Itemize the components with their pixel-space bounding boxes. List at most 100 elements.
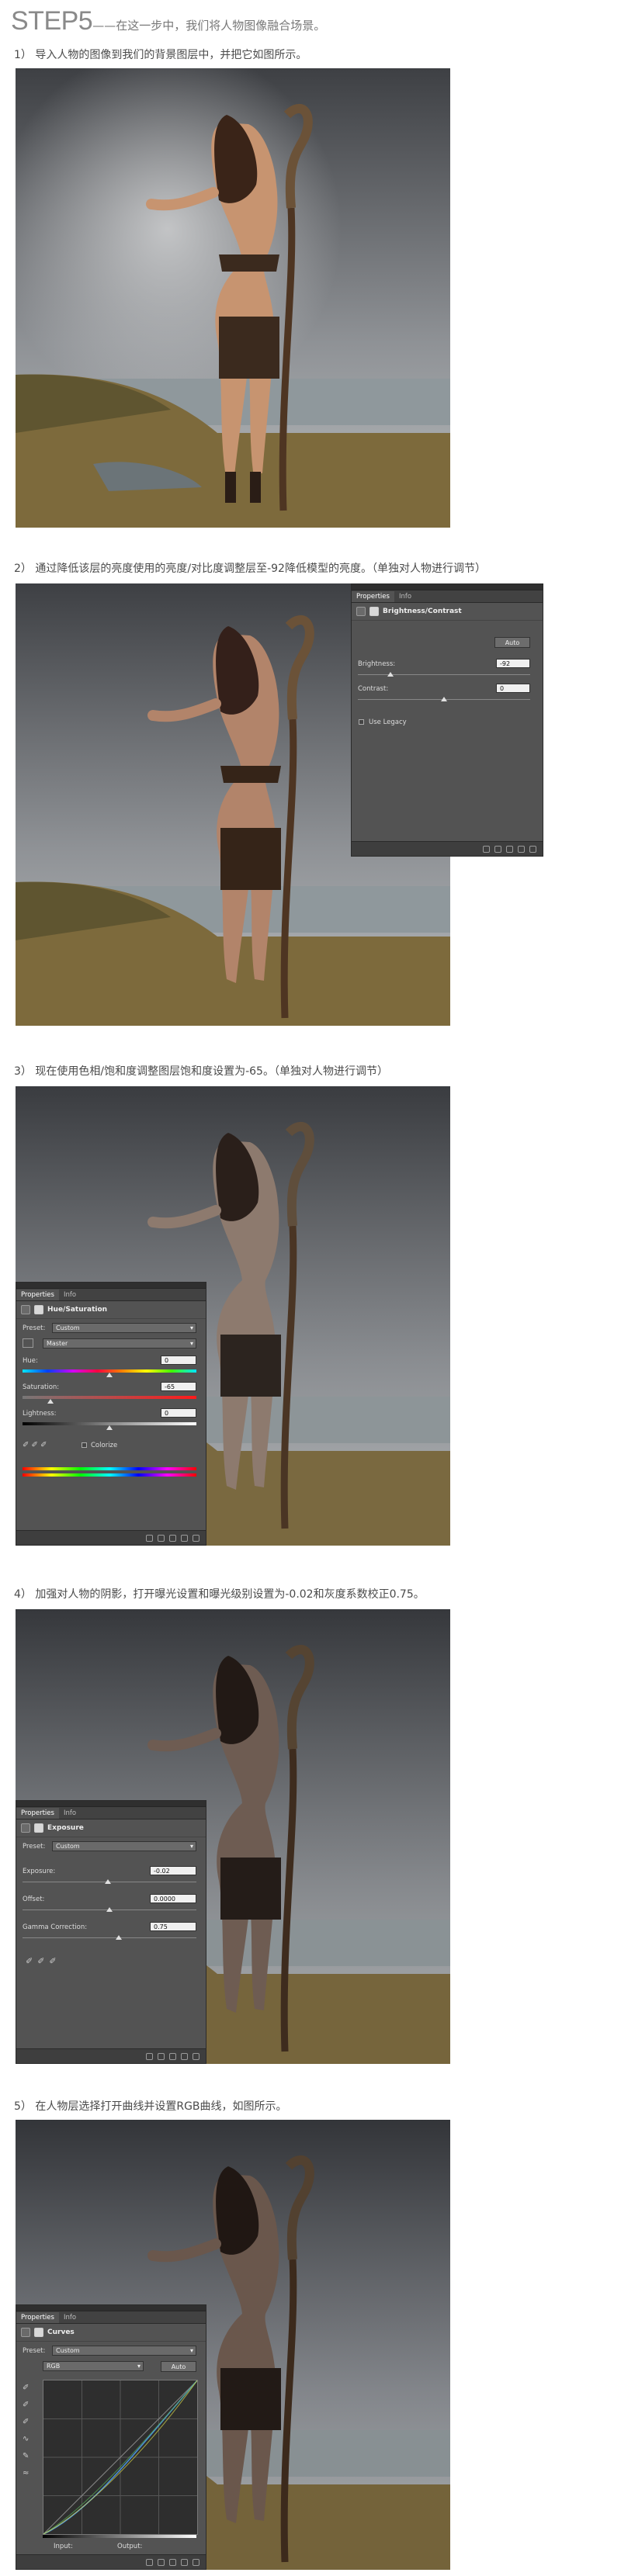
offset-input[interactable]: 0.0000	[150, 1894, 196, 1903]
reset-icon[interactable]	[169, 2558, 176, 2566]
panel-titlebar[interactable]	[16, 1801, 206, 1807]
mask-icon[interactable]	[34, 1305, 43, 1314]
use-legacy-checkbox[interactable]	[359, 719, 364, 725]
panel-title: Curves	[47, 2328, 75, 2336]
caption-4: 4） 加强对人物的阴影，打开曝光设置和曝光级别设置为-0.02和灰度系数校正0.…	[14, 1588, 425, 1601]
reset-icon[interactable]	[169, 2052, 176, 2060]
eyedropper-icons[interactable]: ✐ ✐ ✐	[23, 1441, 47, 1449]
step-header: STEP5——在这一步中，我们将人物图像融合场景。	[11, 6, 325, 36]
brightness-input[interactable]: -92	[496, 659, 530, 668]
panel-tabs: Properties Info	[16, 1807, 206, 1819]
exposure-label: Exposure:	[23, 1868, 56, 1875]
visibility-icon[interactable]	[181, 1534, 188, 1542]
input-label: Input:	[54, 2543, 73, 2550]
panel-tabs: Properties Info	[16, 1289, 206, 1301]
tab-info[interactable]: Info	[59, 2312, 81, 2323]
mask-icon[interactable]	[369, 607, 379, 616]
hand-tool-icon[interactable]	[23, 1338, 33, 1348]
panel-header: Hue/Saturation	[16, 1301, 206, 1319]
trash-icon[interactable]	[193, 1534, 199, 1542]
view-previous-icon[interactable]	[158, 2558, 165, 2566]
panel-title: Brightness/Contrast	[383, 608, 462, 615]
exposure-slider-knob[interactable]	[105, 1879, 111, 1884]
preset-label: Preset:	[23, 1324, 46, 1332]
colorize-checkbox[interactable]	[82, 1442, 87, 1448]
panel-bottom-bar	[352, 841, 543, 856]
preset-label: Preset:	[23, 1843, 46, 1851]
clip-icon[interactable]	[146, 1534, 153, 1542]
trash-icon[interactable]	[529, 845, 536, 853]
tab-properties[interactable]: Properties	[16, 2312, 59, 2323]
step-subtitle: ——在这一步中，我们将人物图像融合场景。	[92, 19, 326, 33]
panel-header: Curves	[16, 2324, 206, 2342]
panel-titlebar[interactable]	[16, 2305, 206, 2311]
clip-icon[interactable]	[146, 2052, 153, 2060]
brightness-slider-knob[interactable]	[387, 672, 394, 677]
channel-select[interactable]: RGB	[43, 2361, 144, 2371]
visibility-icon[interactable]	[518, 845, 525, 853]
panel-titlebar[interactable]	[352, 584, 543, 590]
tab-info[interactable]: Info	[59, 1290, 81, 1300]
trash-icon[interactable]	[193, 2558, 199, 2566]
curves-graph[interactable]	[43, 2380, 198, 2535]
panel-header: Brightness/Contrast	[352, 603, 543, 621]
caption-5: 5） 在人物层选择打开曲线并设置RGB曲线，如图所示。	[14, 2100, 287, 2113]
contrast-slider-knob[interactable]	[441, 697, 447, 701]
eyedropper-icons[interactable]: ✐✐✐	[26, 1956, 61, 1966]
reset-icon[interactable]	[169, 1534, 176, 1542]
contrast-input[interactable]: 0	[496, 684, 530, 693]
exposure-input[interactable]: -0.02	[150, 1866, 196, 1875]
clip-icon[interactable]	[483, 845, 490, 853]
panel-titlebar[interactable]	[16, 1283, 206, 1289]
view-previous-icon[interactable]	[158, 1534, 165, 1542]
tab-properties[interactable]: Properties	[16, 1808, 59, 1819]
trash-icon[interactable]	[193, 2052, 199, 2060]
tab-info[interactable]: Info	[59, 1808, 81, 1819]
channel-select[interactable]: Master	[43, 1338, 196, 1349]
curves-plot	[43, 2380, 198, 2535]
panel-bottom-bar	[16, 2048, 206, 2063]
offset-slider-knob[interactable]	[106, 1907, 113, 1912]
panel-title: Hue/Saturation	[47, 1306, 108, 1314]
auto-button[interactable]: Auto	[161, 2361, 196, 2372]
gamma-slider[interactable]	[23, 1937, 196, 1938]
mask-icon[interactable]	[34, 1823, 43, 1833]
tab-properties[interactable]: Properties	[352, 591, 394, 602]
hue-slider-knob[interactable]	[106, 1373, 113, 1377]
preset-select[interactable]: Custom	[52, 1841, 196, 1851]
lightness-slider-knob[interactable]	[106, 1425, 113, 1430]
tab-info[interactable]: Info	[394, 591, 416, 602]
curve-tool-icons[interactable]: ✐ ✐ ✐ ∿ ✎ ≈	[23, 2380, 33, 2482]
tab-properties[interactable]: Properties	[16, 1290, 59, 1300]
input-gradient	[43, 2535, 196, 2538]
hue-saturation-icon	[21, 1305, 30, 1314]
clip-icon[interactable]	[146, 2558, 153, 2566]
brightness-icon	[356, 607, 366, 616]
visibility-icon[interactable]	[181, 2558, 188, 2566]
auto-button[interactable]: Auto	[494, 637, 530, 648]
view-previous-icon[interactable]	[494, 845, 501, 853]
panel-bottom-bar	[16, 1530, 206, 1545]
hue-label: Hue:	[23, 1357, 38, 1365]
mask-icon[interactable]	[34, 2328, 43, 2337]
view-previous-icon[interactable]	[158, 2052, 165, 2060]
visibility-icon[interactable]	[181, 2052, 188, 2060]
caption-3: 3） 现在使用色相/饱和度调整图层饱和度设置为-65。（单独对人物进行调节）	[14, 1065, 388, 1078]
preset-select[interactable]: Custom	[52, 1323, 196, 1333]
lightness-label: Lightness:	[23, 1410, 57, 1418]
hue-input[interactable]: 0	[161, 1356, 196, 1365]
color-bar-bottom	[23, 1473, 196, 1477]
output-label: Output:	[117, 2543, 143, 2550]
lightness-input[interactable]: 0	[161, 1408, 196, 1418]
hue-saturation-panel: Properties Info Hue/Saturation Preset: C…	[16, 1282, 206, 1546]
exposure-panel: Properties Info Exposure Preset: Custom …	[16, 1800, 206, 2064]
gamma-input[interactable]: 0.75	[150, 1922, 196, 1931]
saturation-label: Saturation:	[23, 1383, 60, 1391]
gamma-slider-knob[interactable]	[116, 1935, 122, 1940]
reset-icon[interactable]	[506, 845, 513, 853]
preset-select[interactable]: Custom	[52, 2346, 196, 2356]
saturation-input[interactable]: -65	[161, 1382, 196, 1391]
brightness-slider[interactable]	[358, 674, 530, 675]
contrast-label: Contrast:	[358, 685, 389, 693]
saturation-slider-knob[interactable]	[47, 1399, 54, 1404]
